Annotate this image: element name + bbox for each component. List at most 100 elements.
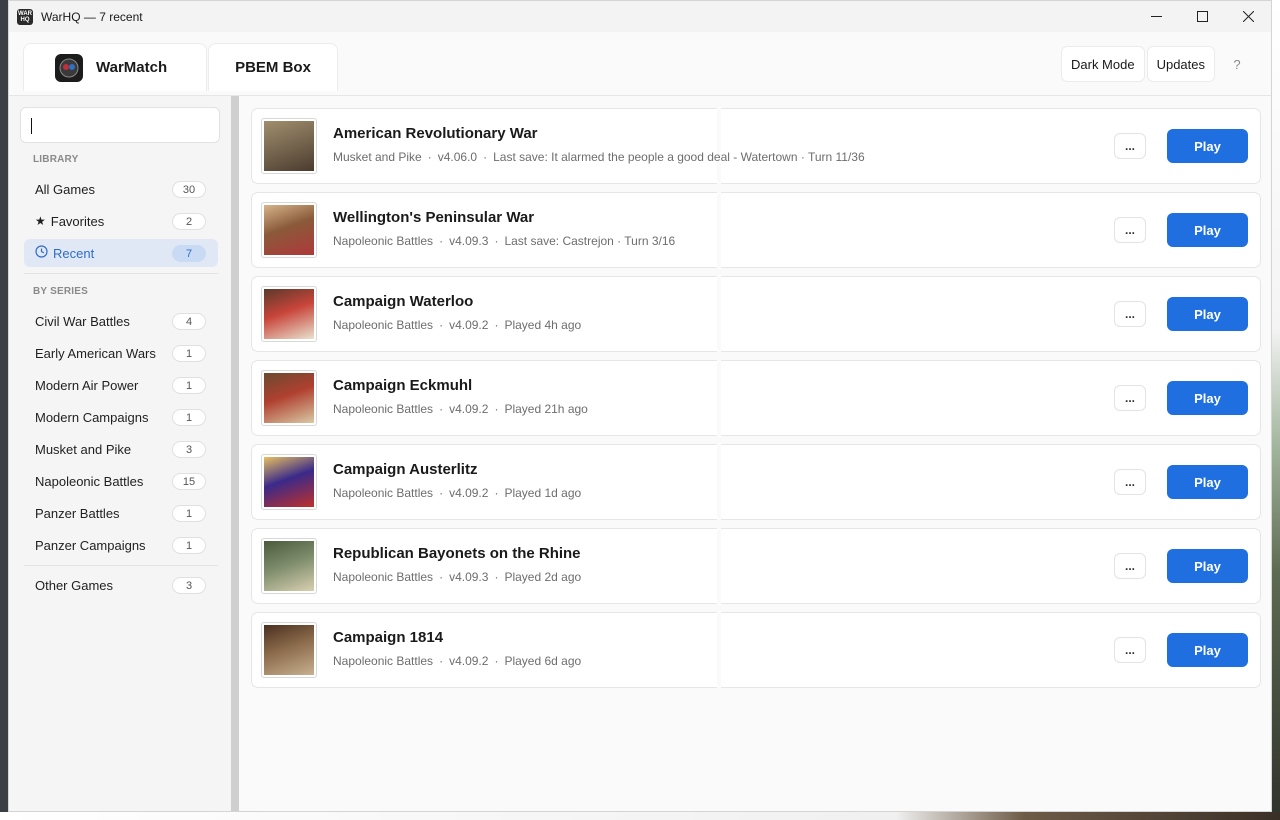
tab-pbem-box[interactable]: PBEM Box	[208, 43, 338, 91]
game-version: v4.09.2	[449, 318, 489, 332]
star-icon: ★	[35, 214, 46, 228]
sidebar-item-label: Musket and Pike	[35, 441, 132, 457]
sidebar-item-panzer-battles[interactable]: Panzer Battles 1	[24, 499, 218, 527]
separator: ·	[483, 150, 488, 164]
sidebar-item-panzer-campaigns[interactable]: Panzer Campaigns 1	[24, 531, 218, 559]
play-button[interactable]: Play	[1167, 381, 1248, 415]
maximize-button[interactable]	[1179, 1, 1225, 32]
more-options-button[interactable]: ...	[1114, 637, 1146, 663]
sidebar-item-label: Other Games	[35, 577, 114, 593]
game-card[interactable]: Campaign Eckmuhl Napoleonic Battles · v4.09…	[251, 360, 1261, 436]
sidebar-splitter[interactable]	[231, 96, 239, 811]
play-button[interactable]: Play	[1167, 213, 1248, 247]
count-badge: 4	[172, 313, 206, 330]
play-button[interactable]: Play	[1167, 633, 1248, 667]
sidebar-item-label: Panzer Battles	[35, 505, 120, 521]
sidebar-item-other-games[interactable]: Other Games 3	[24, 571, 218, 599]
game-status: Played 1d ago	[504, 486, 582, 500]
game-list: American Revolutionary War Musket and Pik…	[239, 96, 1271, 811]
divider	[24, 565, 218, 566]
tab-pbem-box-label: PBEM Box	[235, 59, 311, 76]
more-options-button[interactable]: ...	[1114, 469, 1146, 495]
separator: ·	[494, 318, 499, 332]
game-version: v4.09.2	[449, 486, 489, 500]
card-divider	[717, 360, 721, 436]
sidebar-item-label: Recent	[53, 245, 95, 261]
app-tab-bar: WarMatch PBEM Box Dark Mode Updates ?	[9, 32, 1271, 96]
card-divider	[717, 528, 721, 604]
more-options-button[interactable]: ...	[1114, 553, 1146, 579]
sidebar: LIBRARY All Games 30 ★ Favorites 2 Recen…	[9, 96, 231, 811]
separator: ·	[439, 570, 444, 584]
separator: ·	[439, 318, 444, 332]
game-cover-image	[261, 454, 317, 510]
minimize-button[interactable]	[1133, 1, 1179, 32]
card-divider	[717, 276, 721, 352]
separator: ·	[494, 486, 499, 500]
game-series: Napoleonic Battles	[333, 318, 434, 332]
more-options-button[interactable]: ...	[1114, 133, 1146, 159]
count-badge: 7	[172, 245, 206, 262]
search-input[interactable]	[20, 107, 220, 143]
more-options-button[interactable]: ...	[1114, 385, 1146, 411]
header-actions: Dark Mode Updates ?	[1061, 46, 1257, 82]
separator: ·	[439, 654, 444, 668]
count-badge: 1	[172, 505, 206, 522]
play-button[interactable]: Play	[1167, 465, 1248, 499]
game-card[interactable]: Campaign Austerlitz Napoleonic Battles · v4…	[251, 444, 1261, 520]
more-options-button[interactable]: ...	[1114, 217, 1146, 243]
sidebar-item-napoleonic-battles[interactable]: Napoleonic Battles 15	[24, 467, 218, 495]
library-heading: LIBRARY	[33, 154, 79, 165]
game-meta: Napoleonic Battles · v4.09.2 · Played 21h ag…	[333, 402, 588, 416]
sidebar-item-all-games[interactable]: All Games 30	[24, 175, 218, 203]
close-button[interactable]	[1225, 1, 1271, 32]
game-series: Napoleonic Battles	[333, 234, 434, 248]
game-status: Played 4h ago	[504, 318, 582, 332]
sidebar-item-label: All Games	[35, 181, 95, 197]
tab-warmatch-label: WarMatch	[96, 59, 168, 76]
game-card[interactable]: Wellington's Peninsular War Napoleonic Ba…	[251, 192, 1261, 268]
game-meta: Musket and Pike · v4.06.0 · Last save: It al…	[333, 150, 865, 164]
sidebar-item-modern-air-power[interactable]: Modern Air Power 1	[24, 371, 218, 399]
card-divider	[717, 612, 721, 688]
title-bar: WAR HQ WarHQ — 7 recent	[9, 1, 1271, 32]
warmatch-logo-icon	[55, 53, 83, 82]
separator: ·	[427, 150, 432, 164]
separator: ·	[494, 570, 499, 584]
game-title: Campaign Waterloo	[333, 293, 474, 310]
window-controls	[1133, 1, 1271, 32]
game-version: v4.09.3	[449, 234, 489, 248]
game-card[interactable]: Republican Bayonets on the Rhine Napoleon…	[251, 528, 1261, 604]
play-button[interactable]: Play	[1167, 297, 1248, 331]
dark-mode-button[interactable]: Dark Mode	[1061, 46, 1145, 82]
sidebar-item-label: Favorites	[50, 213, 105, 229]
updates-button[interactable]: Updates	[1146, 46, 1215, 82]
game-series: Napoleonic Battles	[333, 570, 434, 584]
game-title: American Revolutionary War	[333, 125, 538, 142]
sidebar-item-musket-and-pike[interactable]: Musket and Pike 3	[24, 435, 218, 463]
text-caret	[31, 118, 32, 134]
play-button[interactable]: Play	[1167, 129, 1248, 163]
sidebar-item-recent[interactable]: Recent 7	[24, 239, 218, 267]
game-cover-image	[261, 622, 317, 678]
help-button[interactable]: ?	[1217, 46, 1257, 82]
sidebar-item-favorites[interactable]: ★ Favorites 2	[24, 207, 218, 235]
game-cover-image	[261, 118, 317, 174]
game-meta: Napoleonic Battles · v4.09.3 · Last save: Ca…	[333, 234, 675, 248]
sidebar-item-early-american-wars[interactable]: Early American Wars 1	[24, 339, 218, 367]
sidebar-item-modern-campaigns[interactable]: Modern Campaigns 1	[24, 403, 218, 431]
sidebar-item-civil-war-battles[interactable]: Civil War Battles 4	[24, 307, 218, 335]
game-version: v4.09.2	[449, 654, 489, 668]
count-badge: 30	[172, 181, 206, 198]
game-card[interactable]: American Revolutionary War Musket and Pik…	[251, 108, 1261, 184]
separator: ·	[494, 234, 499, 248]
more-options-button[interactable]: ...	[1114, 301, 1146, 327]
game-card[interactable]: Campaign 1814 Napoleonic Battles · v4.09.2 ·…	[251, 612, 1261, 688]
game-title: Wellington's Peninsular War	[333, 209, 535, 226]
play-button[interactable]: Play	[1167, 549, 1248, 583]
game-status: Last save: Castrejon · Turn 3/16	[504, 234, 676, 248]
tab-warmatch[interactable]: WarMatch	[23, 43, 207, 91]
sidebar-item-label: Napoleonic Battles	[35, 473, 144, 489]
game-card[interactable]: Campaign Waterloo Napoleonic Battles · v4.0…	[251, 276, 1261, 352]
game-status: Last save: It alarmed the people a good …	[493, 150, 865, 164]
